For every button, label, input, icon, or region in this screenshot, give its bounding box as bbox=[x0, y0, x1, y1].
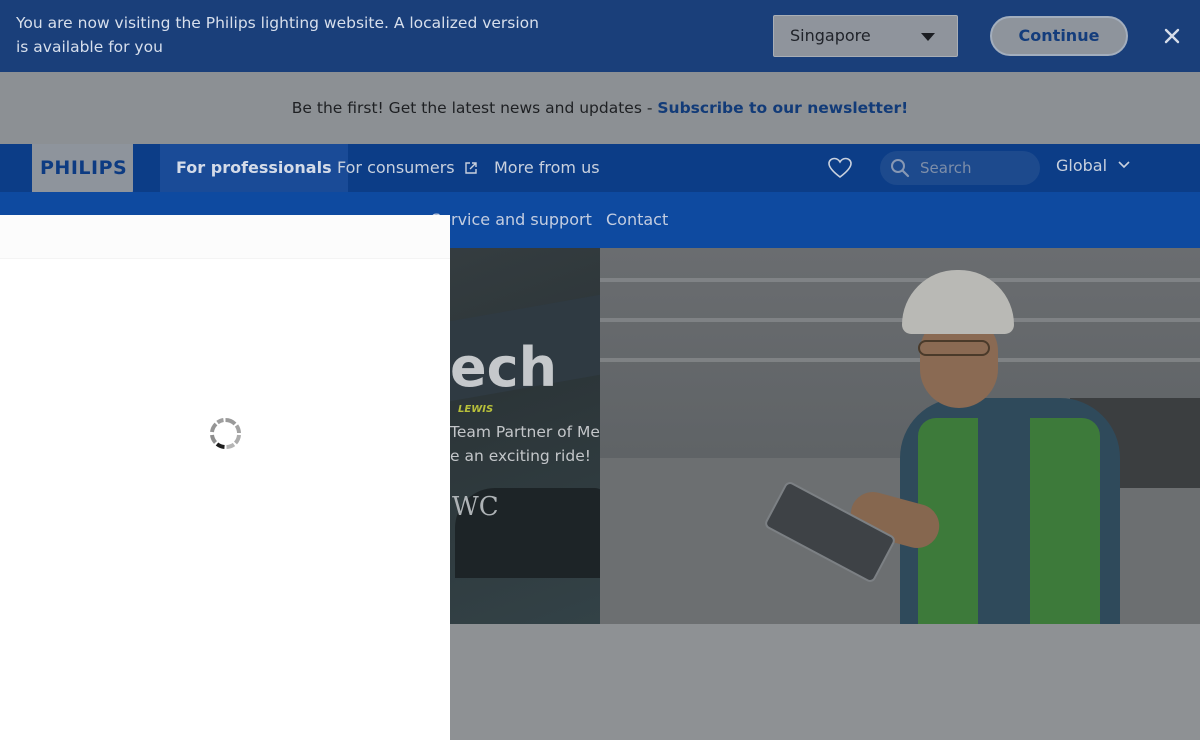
search-placeholder: Search bbox=[920, 159, 972, 177]
search-icon bbox=[891, 159, 910, 178]
caret-down-icon bbox=[921, 33, 935, 41]
region-selector[interactable]: Global bbox=[1056, 156, 1130, 175]
external-link-icon bbox=[465, 162, 477, 174]
ceiling-beam bbox=[600, 318, 1200, 322]
subnav-service-support[interactable]: Service and support bbox=[431, 210, 592, 229]
nav-for-professionals[interactable]: For professionals bbox=[160, 144, 348, 192]
nav-label: More from us bbox=[494, 158, 600, 177]
hero-tag: LEWIS bbox=[458, 404, 494, 415]
sponsor-logo: WC bbox=[452, 492, 499, 522]
country-select[interactable]: Singapore bbox=[773, 15, 958, 57]
nav-label: For professionals bbox=[176, 158, 332, 177]
locale-message: You are now visiting the Philips lightin… bbox=[16, 14, 539, 56]
ceiling-beam bbox=[600, 358, 1200, 362]
continue-button[interactable]: Continue bbox=[990, 16, 1128, 56]
philips-logo[interactable]: PHILIPS bbox=[32, 144, 133, 198]
subnav-contact[interactable]: Contact bbox=[606, 210, 668, 229]
nav-more-from-us[interactable]: More from us bbox=[494, 144, 600, 192]
glasses bbox=[918, 340, 990, 356]
nav-for-consumers[interactable]: For consumers bbox=[337, 144, 478, 192]
safety-vest-right bbox=[1030, 418, 1100, 624]
chevron-down-icon bbox=[1118, 161, 1130, 169]
loading-panel-header bbox=[0, 215, 450, 259]
loading-panel bbox=[0, 215, 450, 740]
logo-text: PHILIPS bbox=[40, 157, 128, 179]
newsletter-subscribe-link[interactable]: Subscribe to our newsletter! bbox=[657, 99, 908, 117]
hero-title: ech bbox=[450, 336, 558, 399]
newsletter-text: Be the first! Get the latest news and up… bbox=[291, 99, 658, 117]
ceiling-beam bbox=[600, 278, 1200, 282]
heart-icon[interactable] bbox=[828, 157, 852, 179]
loading-spinner-icon bbox=[210, 418, 241, 449]
nav-label: For consumers bbox=[337, 158, 455, 177]
hero-warehouse-image bbox=[600, 248, 1200, 624]
search-input[interactable]: Search bbox=[880, 151, 1040, 185]
region-label: Global bbox=[1056, 156, 1108, 175]
locale-banner: You are now visiting the Philips lightin… bbox=[0, 0, 1200, 72]
newsletter-bar: Be the first! Get the latest news and up… bbox=[0, 72, 1200, 144]
close-icon[interactable] bbox=[1158, 22, 1186, 50]
country-select-value: Singapore bbox=[790, 26, 871, 45]
